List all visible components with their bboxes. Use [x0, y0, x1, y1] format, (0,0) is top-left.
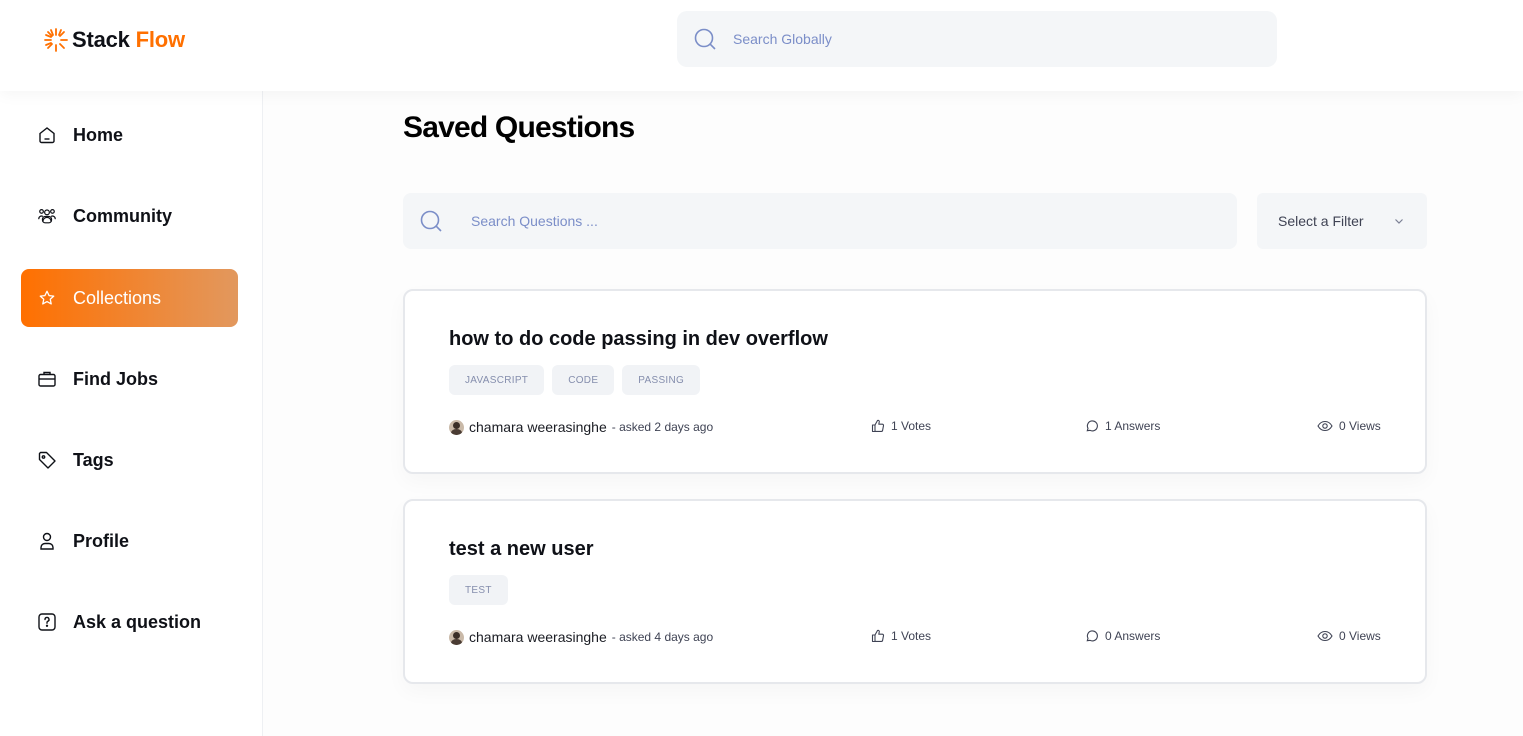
sidebar-item-find-jobs[interactable]: Find Jobs — [21, 350, 238, 408]
briefcase-icon — [37, 369, 57, 389]
question-meta: chamara weerasinghe - asked 2 days ago 1… — [449, 419, 1381, 439]
question-search-input[interactable] — [471, 213, 1171, 229]
sidebar-item-label: Profile — [73, 530, 130, 551]
votes-stat: 1 Votes — [871, 629, 931, 643]
sidebar-item-community[interactable]: Community — [21, 187, 238, 245]
question-icon — [37, 612, 57, 632]
tag-badge[interactable]: PASSING — [622, 365, 701, 395]
asked-time: - asked 2 days ago — [611, 420, 714, 434]
user-icon — [37, 531, 57, 551]
views-stat: 0 Views — [1317, 419, 1381, 433]
sidebar-item-label: Find Jobs — [73, 368, 158, 389]
question-search-bar[interactable] — [403, 193, 1237, 249]
tag-badge[interactable]: TEST — [449, 575, 508, 605]
sidebar-item-collections[interactable]: Collections — [21, 269, 238, 327]
thumbs-up-icon — [871, 419, 885, 433]
question-title[interactable]: test a new user — [449, 538, 594, 561]
answers-stat: 0 Answers — [1085, 629, 1160, 643]
tag-list: TEST — [449, 575, 508, 605]
search-icon — [694, 28, 716, 50]
sun-logo-icon — [44, 28, 68, 52]
eye-icon — [1317, 630, 1333, 642]
votes-count: 1 Votes — [891, 419, 932, 433]
eye-icon — [1317, 420, 1333, 432]
views-stat: 0 Views — [1317, 629, 1381, 643]
sidebar-item-ask-question[interactable]: Ask a question — [21, 593, 238, 651]
tag-list: JAVASCRIPT CODE PASSING — [449, 365, 701, 395]
question-card[interactable]: how to do code passing in dev overflow J… — [403, 289, 1427, 474]
author-info[interactable]: chamara weerasinghe - asked 2 days ago — [449, 419, 713, 435]
author-name[interactable]: chamara weerasinghe — [469, 419, 607, 435]
tag-badge[interactable]: CODE — [552, 365, 615, 395]
answers-stat: 1 Answers — [1085, 419, 1160, 433]
message-circle-icon — [1086, 420, 1098, 432]
sidebar-item-home[interactable]: Home — [21, 106, 238, 164]
tag-icon — [37, 450, 57, 470]
sidebar-item-label: Tags — [73, 449, 114, 470]
views-count: 0 Views — [1339, 629, 1381, 643]
author-name[interactable]: chamara weerasinghe — [469, 629, 607, 645]
sidebar-item-tags[interactable]: Tags — [21, 431, 238, 489]
question-meta: chamara weerasinghe - asked 4 days ago 1… — [449, 629, 1381, 649]
brand-name: Stack Flow — [72, 27, 185, 52]
question-card[interactable]: test a new user TEST chamara weerasinghe… — [403, 499, 1427, 684]
votes-count: 1 Votes — [891, 629, 932, 643]
chevron-down-icon — [1395, 219, 1403, 224]
global-search-input[interactable] — [733, 31, 1233, 47]
global-search-bar[interactable] — [677, 11, 1277, 67]
star-icon — [37, 288, 57, 308]
question-title[interactable]: how to do code passing in dev overflow — [449, 328, 828, 351]
sidebar-item-label: Collections — [73, 287, 162, 308]
sidebar-item-label: Ask a question — [73, 611, 202, 632]
asked-time: - asked 4 days ago — [611, 630, 714, 644]
users-icon — [37, 206, 57, 226]
filter-label: Select a Filter — [1278, 213, 1364, 229]
author-info[interactable]: chamara weerasinghe - asked 4 days ago — [449, 629, 713, 645]
sidebar-item-profile[interactable]: Profile — [21, 512, 238, 570]
sidebar-item-label: Community — [73, 205, 172, 226]
search-icon — [420, 210, 442, 232]
answers-count: 0 Answers — [1105, 629, 1161, 643]
avatar — [449, 629, 464, 645]
answers-count: 1 Answers — [1105, 419, 1161, 433]
message-circle-icon — [1086, 630, 1098, 642]
page-title: Saved Questions — [403, 111, 635, 144]
sidebar-item-label: Home — [73, 124, 124, 145]
avatar — [449, 419, 464, 435]
main-content: Saved Questions Select a Filter how to d… — [263, 91, 1523, 736]
votes-stat: 1 Votes — [871, 419, 931, 433]
home-icon — [37, 125, 57, 145]
left-sidebar: Home Community Collections Find Jobs Tag… — [0, 91, 263, 736]
thumbs-up-icon — [871, 629, 885, 643]
filter-select[interactable]: Select a Filter — [1257, 193, 1427, 249]
views-count: 0 Views — [1339, 419, 1381, 433]
logo[interactable]: Stack Flow — [43, 26, 185, 54]
top-navbar: Stack Flow — [0, 0, 1523, 91]
tag-badge[interactable]: JAVASCRIPT — [449, 365, 545, 395]
